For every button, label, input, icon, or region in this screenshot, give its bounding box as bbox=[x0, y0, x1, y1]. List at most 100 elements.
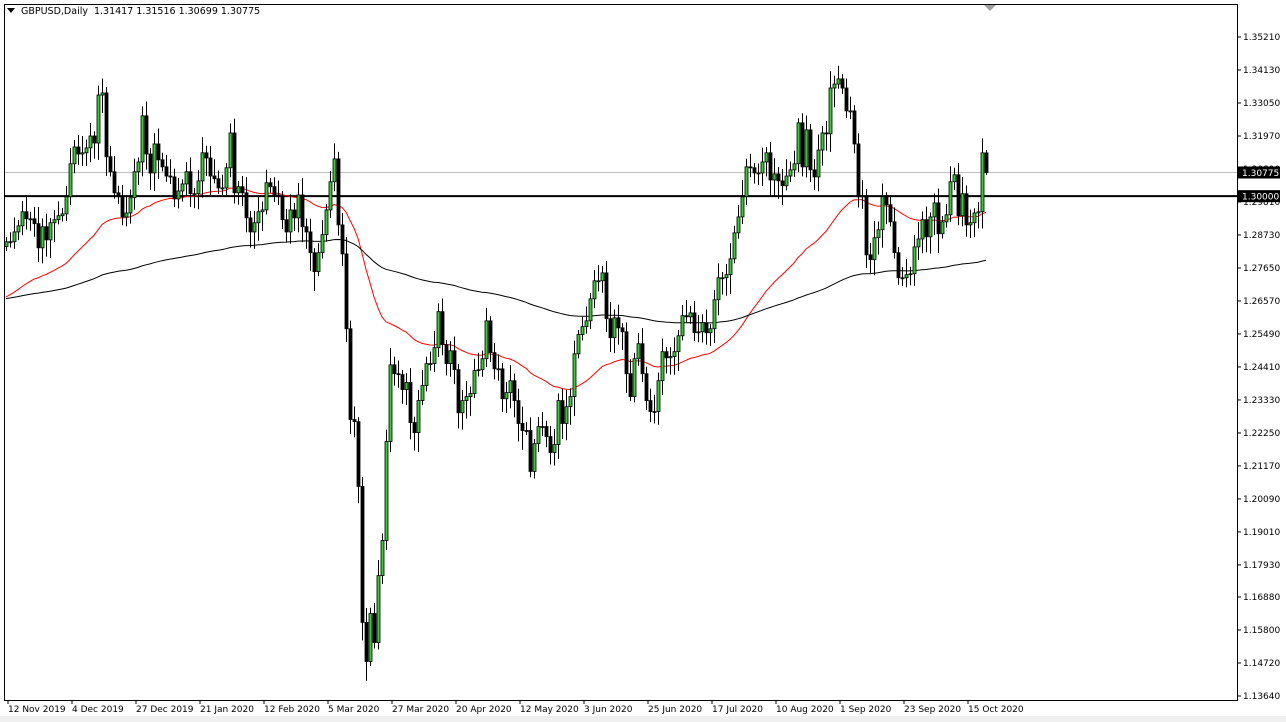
price-tick-label: 1.13640 bbox=[1243, 692, 1280, 702]
bear-candle-body bbox=[936, 202, 941, 235]
time-tick-label: 4 Dec 2019 bbox=[72, 705, 124, 715]
bull-candle-body bbox=[228, 132, 233, 169]
current-price-label-text: 1.30775 bbox=[1242, 169, 1279, 179]
time-axis[interactable]: 12 Nov 2019 4 Dec 2019 27 Dec 2019 21 Jan 2… bbox=[7, 700, 1024, 715]
bull-candle-body bbox=[332, 158, 337, 183]
bear-candle-body bbox=[608, 318, 613, 339]
bull-candle-body bbox=[804, 129, 809, 168]
bull-candle-body bbox=[784, 175, 789, 187]
bear-candle-body bbox=[108, 156, 113, 173]
bear-candle-body bbox=[240, 186, 245, 194]
bull-candle-body bbox=[264, 182, 269, 211]
candle bbox=[984, 149, 989, 175]
bear-candle-body bbox=[244, 192, 249, 219]
bull-candle-body bbox=[432, 347, 437, 364]
bull-candle-body bbox=[676, 335, 681, 353]
price-tick-label: 1.33050 bbox=[1243, 99, 1280, 109]
bear-candle-body bbox=[620, 327, 625, 333]
bull-candle-body bbox=[424, 363, 429, 386]
bear-candle-body bbox=[892, 221, 897, 254]
bear-candle-body bbox=[452, 350, 457, 371]
price-chart[interactable]: 1.352101.341301.330501.319701.308901.298… bbox=[0, 0, 1286, 722]
bear-candle-body bbox=[692, 312, 697, 334]
bull-candle-body bbox=[96, 94, 101, 144]
bear-candle-body bbox=[500, 368, 505, 400]
bull-candle-body bbox=[472, 370, 477, 394]
bull-candle-body bbox=[792, 163, 797, 171]
bear-candle-body bbox=[168, 175, 173, 178]
bear-candle-body bbox=[372, 613, 377, 643]
bull-candle-body bbox=[688, 312, 693, 318]
bull-candle-body bbox=[716, 277, 721, 301]
bull-candle-body bbox=[404, 382, 409, 390]
bear-candle-body bbox=[24, 211, 29, 220]
chart-header: GBPUSD,Daily 1.31417 1.31516 1.30699 1.30… bbox=[7, 6, 260, 17]
bear-candle-body bbox=[896, 252, 901, 279]
bull-candle-body bbox=[960, 193, 965, 217]
bear-candle-body bbox=[964, 193, 969, 226]
bull-candle-body bbox=[388, 364, 393, 442]
bear-candle-body bbox=[444, 344, 449, 364]
bear-candle-body bbox=[528, 430, 533, 472]
bear-candle-body bbox=[344, 253, 349, 330]
bear-candle-body bbox=[776, 173, 781, 182]
bear-candle-body bbox=[884, 196, 889, 206]
current-price-label: 1.30775 bbox=[1238, 166, 1280, 179]
bear-candle-body bbox=[956, 174, 961, 217]
bear-candle-body bbox=[104, 92, 109, 158]
bull-candle-body bbox=[772, 173, 777, 181]
price-axis[interactable]: 1.352101.341301.330501.319701.308901.298… bbox=[1237, 4, 1280, 702]
bull-candle-body bbox=[8, 241, 13, 244]
bull-candle-body bbox=[52, 219, 57, 224]
bear-candle-body bbox=[824, 132, 829, 135]
bull-candle-body bbox=[16, 225, 21, 233]
bull-candle-body bbox=[832, 83, 837, 89]
dropdown-triangle-icon[interactable] bbox=[7, 8, 15, 13]
price-tick-label: 1.20090 bbox=[1243, 495, 1280, 505]
price-tick-label: 1.35210 bbox=[1243, 33, 1280, 43]
bull-candle-body bbox=[72, 146, 77, 165]
bear-candle-body bbox=[544, 426, 549, 438]
bull-candle-body bbox=[756, 172, 761, 175]
time-tick-label: 5 Mar 2020 bbox=[328, 705, 380, 715]
bear-candle-body bbox=[280, 196, 285, 221]
bull-candle-body bbox=[940, 221, 945, 235]
bull-candle-body bbox=[552, 444, 557, 453]
bear-candle-body bbox=[516, 400, 521, 424]
bull-candle-body bbox=[184, 171, 189, 185]
bull-candle-body bbox=[572, 353, 577, 397]
bull-candle-body bbox=[132, 171, 137, 199]
bear-candle-body bbox=[616, 317, 621, 329]
bear-candle-body bbox=[276, 194, 281, 198]
bull-candle-body bbox=[828, 87, 833, 135]
bull-candle-body bbox=[200, 152, 205, 182]
bull-candle-body bbox=[448, 350, 453, 364]
status-strip bbox=[0, 716, 1286, 722]
price-tick-label: 1.15800 bbox=[1243, 626, 1280, 636]
bear-candle-body bbox=[924, 219, 929, 238]
bull-candle-body bbox=[368, 613, 373, 662]
bull-candle-body bbox=[980, 152, 985, 213]
bull-candle-body bbox=[496, 368, 501, 371]
bear-candle-body bbox=[604, 272, 609, 320]
price-tick-label: 1.25490 bbox=[1243, 330, 1280, 340]
price-tick-label: 1.16880 bbox=[1243, 593, 1280, 603]
bull-candle-body bbox=[696, 331, 701, 334]
bull-candle-body bbox=[728, 258, 733, 276]
price-tick-label: 1.22250 bbox=[1243, 429, 1280, 439]
bull-candle-body bbox=[384, 441, 389, 541]
bull-candle-body bbox=[672, 351, 677, 357]
bull-candle-body bbox=[220, 187, 225, 190]
bull-candle-body bbox=[260, 209, 265, 213]
bear-candle-body bbox=[248, 217, 253, 233]
bear-candle-body bbox=[840, 78, 845, 89]
bull-candle-body bbox=[152, 143, 157, 174]
bull-candle-body bbox=[816, 149, 821, 178]
bear-candle-body bbox=[856, 143, 861, 198]
bull-candle-body bbox=[668, 356, 673, 359]
bull-candle-body bbox=[420, 385, 425, 401]
bear-candle-body bbox=[800, 122, 805, 168]
bull-candle-body bbox=[660, 351, 665, 382]
bear-candle-body bbox=[356, 421, 361, 487]
bull-candle-body bbox=[224, 167, 229, 189]
